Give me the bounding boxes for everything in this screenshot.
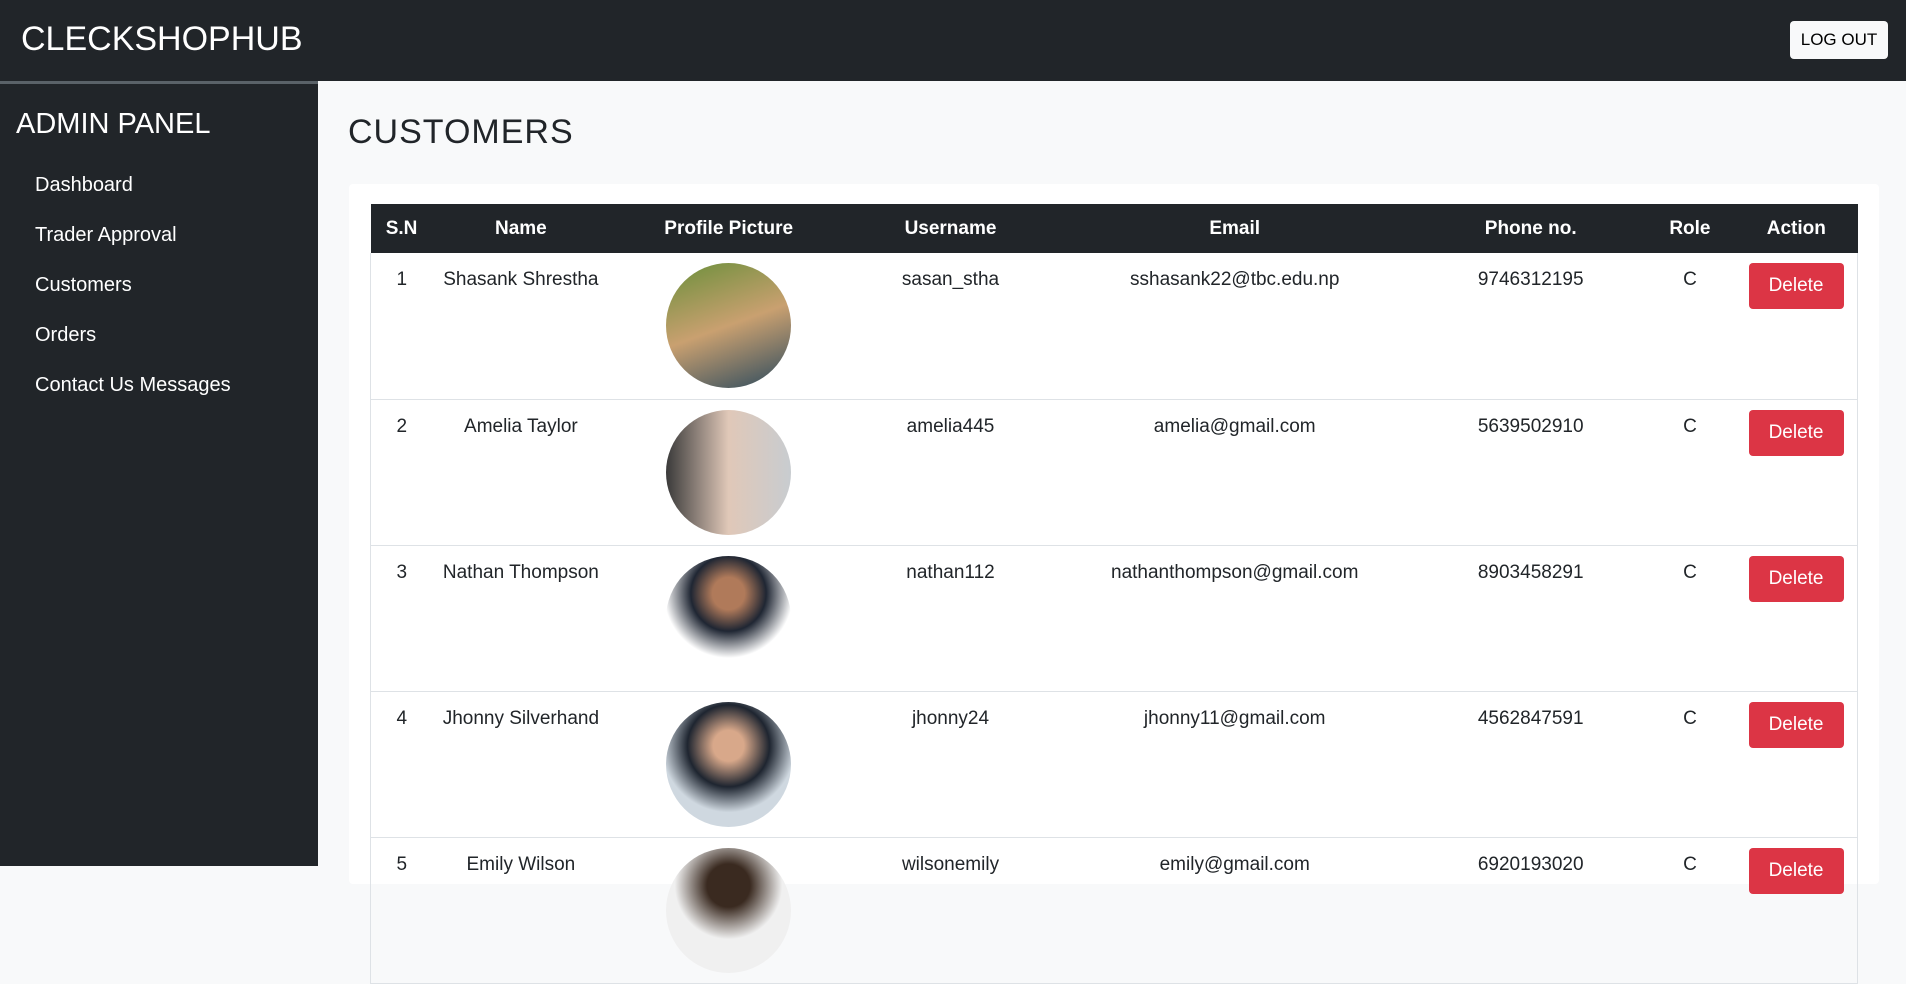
- email: sshasank22@tbc.edu.np: [1052, 253, 1417, 400]
- customer-name: Jhonny Silverhand: [432, 691, 610, 838]
- email: emily@gmail.com: [1052, 837, 1417, 984]
- username: jhonny24: [848, 691, 1053, 838]
- sidebar-item-orders[interactable]: Orders: [35, 324, 96, 347]
- delete-button[interactable]: Delete: [1748, 263, 1844, 309]
- profile-picture-cell: [609, 253, 849, 400]
- email: jhonny11@gmail.com: [1052, 691, 1417, 838]
- serial-number: 3: [369, 545, 433, 692]
- column-header: Profile Picture: [609, 204, 849, 253]
- serial-number: 1: [369, 253, 433, 400]
- username: wilsonemily: [848, 837, 1053, 984]
- action-cell: Delete: [1735, 545, 1859, 692]
- column-header: Username: [848, 204, 1053, 253]
- delete-button[interactable]: Delete: [1748, 409, 1844, 456]
- username: nathan112: [848, 545, 1053, 692]
- action-cell: Delete: [1735, 253, 1859, 400]
- logout-button[interactable]: LOG OUT: [1790, 21, 1888, 59]
- column-header: S.N: [370, 204, 433, 253]
- column-header: Email: [1052, 204, 1417, 253]
- action-cell: Delete: [1735, 837, 1859, 984]
- sidebar: ADMIN PANEL Dashboard Trader Approval Cu…: [0, 81, 318, 866]
- avatar: [666, 847, 792, 973]
- table-row: 1 Shasank Shrestha sasan_stha sshasank22@tb…: [369, 253, 1859, 400]
- phone-number: 8903458291: [1416, 545, 1645, 692]
- username: sasan_stha: [848, 253, 1053, 400]
- avatar: [666, 409, 792, 535]
- brand-logo[interactable]: CLECKSHOPHUB: [21, 20, 303, 59]
- role: C: [1644, 837, 1736, 984]
- email: nathanthompson@gmail.com: [1052, 545, 1417, 692]
- profile-picture-cell: [609, 837, 849, 984]
- avatar: [666, 701, 792, 827]
- table-row: 3 Nathan Thompson nathan112 nathanthompson@…: [369, 545, 1859, 692]
- sidebar-title: ADMIN PANEL: [16, 108, 211, 140]
- column-header: Action: [1735, 204, 1858, 253]
- serial-number: 4: [369, 691, 433, 838]
- profile-picture-cell: [609, 691, 849, 838]
- serial-number: 2: [369, 399, 433, 546]
- table-row: 4 Jhonny Silverhand jhonny24 jhonny11@gmail…: [369, 691, 1859, 838]
- customer-name: Emily Wilson: [432, 837, 610, 984]
- action-cell: Delete: [1735, 691, 1859, 838]
- avatar: [666, 555, 792, 681]
- customers-card: S.N Name Profile Picture Username Email Phone…: [349, 184, 1879, 984]
- delete-button[interactable]: Delete: [1748, 847, 1844, 894]
- table-row: 2 Amelia Taylor amelia445 amelia@gmail.com 5…: [369, 399, 1859, 546]
- username: amelia445: [848, 399, 1053, 546]
- customers-table: S.N Name Profile Picture Username Email Phone…: [369, 204, 1859, 984]
- phone-number: 4562847591: [1416, 691, 1645, 838]
- customer-name: Amelia Taylor: [432, 399, 610, 546]
- sidebar-item-dashboard[interactable]: Dashboard: [35, 174, 133, 197]
- role: C: [1644, 253, 1736, 400]
- phone-number: 5639502910: [1416, 399, 1645, 546]
- role: C: [1644, 691, 1736, 838]
- sidebar-item-trader-approval[interactable]: Trader Approval: [35, 224, 177, 247]
- page-title: CUSTOMERS: [348, 113, 574, 151]
- customer-name: Nathan Thompson: [432, 545, 610, 692]
- sidebar-item-contact-us-messages[interactable]: Contact Us Messages: [35, 374, 231, 397]
- action-cell: Delete: [1735, 399, 1859, 546]
- avatar: [666, 263, 792, 388]
- profile-picture-cell: [609, 545, 849, 692]
- column-header: Phone no.: [1416, 204, 1645, 253]
- navbar: CLECKSHOPHUB LOG OUT: [0, 0, 1906, 81]
- table-row: 5 Emily Wilson wilsonemily emily@gmail.com 6…: [369, 837, 1859, 984]
- profile-picture-cell: [609, 399, 849, 546]
- delete-button[interactable]: Delete: [1748, 701, 1844, 748]
- email: amelia@gmail.com: [1052, 399, 1417, 546]
- phone-number: 6920193020: [1416, 837, 1645, 984]
- column-header: Role: [1644, 204, 1736, 253]
- column-header: Name: [432, 204, 610, 253]
- role: C: [1644, 399, 1736, 546]
- customer-name: Shasank Shrestha: [432, 253, 610, 400]
- role: C: [1644, 545, 1736, 692]
- phone-number: 9746312195: [1416, 253, 1645, 400]
- sidebar-item-customers[interactable]: Customers: [35, 274, 132, 297]
- serial-number: 5: [369, 837, 433, 984]
- delete-button[interactable]: Delete: [1748, 555, 1844, 602]
